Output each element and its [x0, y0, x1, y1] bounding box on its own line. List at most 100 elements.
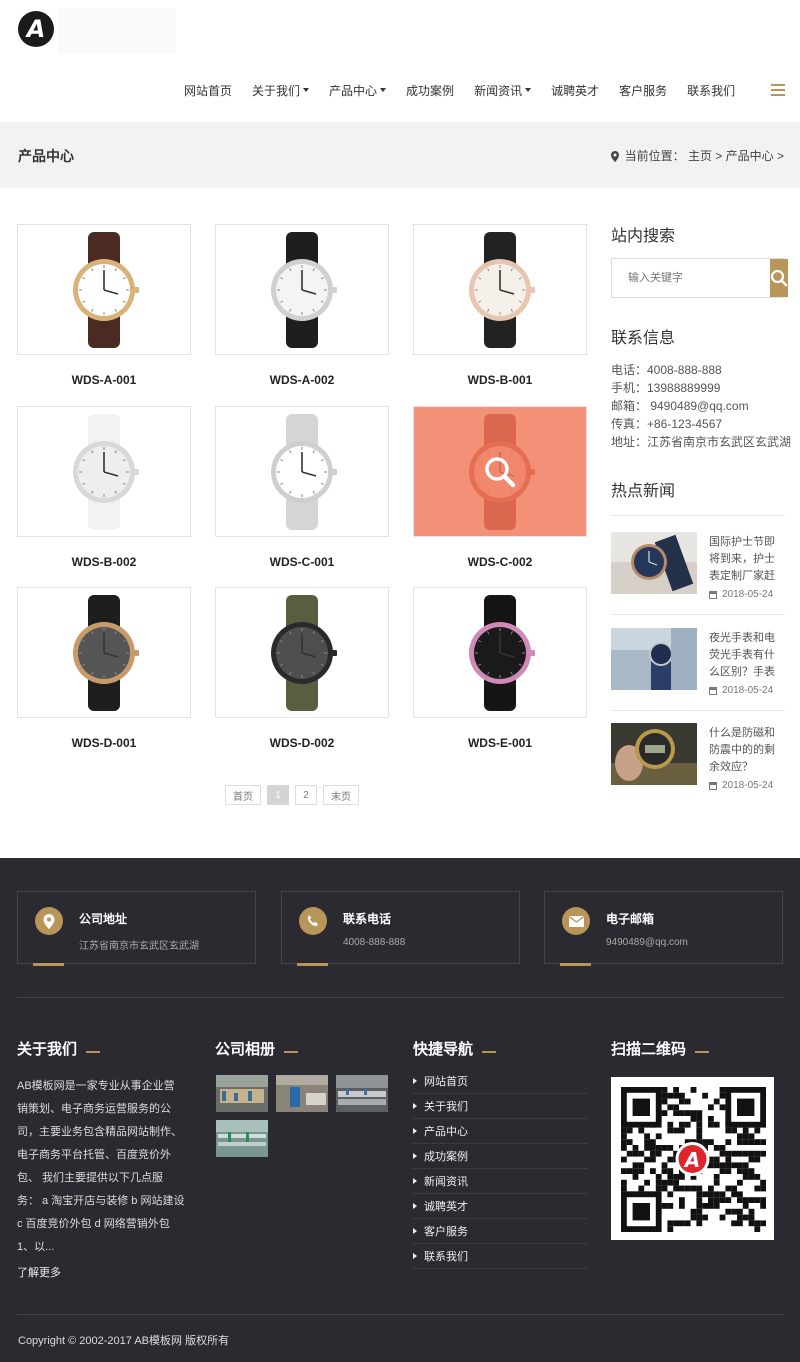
- quick-nav-item[interactable]: 客户服务: [413, 1219, 587, 1244]
- product-name[interactable]: WDS-C-001: [215, 555, 389, 569]
- footer-heading-text: 快捷导航: [413, 1041, 474, 1058]
- watch-image: [469, 594, 535, 711]
- product-name[interactable]: WDS-B-001: [413, 373, 587, 387]
- location-icon: [35, 907, 63, 935]
- hamburger-menu-icon[interactable]: [771, 84, 785, 96]
- search-heading: 站内搜索: [611, 226, 676, 245]
- pager-first[interactable]: 首页: [225, 785, 261, 805]
- product-card[interactable]: WDS-D-002: [215, 587, 389, 750]
- album-photo[interactable]: [336, 1075, 388, 1112]
- caret-right-icon: [413, 1228, 417, 1234]
- info-title: 公司地址: [79, 912, 128, 926]
- news-thumbnail: [611, 723, 697, 785]
- quick-nav-item[interactable]: 关于我们: [413, 1094, 587, 1119]
- quick-nav-label: 联系我们: [424, 1251, 468, 1263]
- footer-about: 关于我们 AB模板网是一家专业从事企业营销策划、电子商务运营服务的公司，主要业务…: [17, 1038, 197, 1298]
- quick-nav-label: 诚聘英才: [424, 1201, 468, 1213]
- logo[interactable]: A: [18, 11, 54, 47]
- nav-label: 联系我们: [687, 83, 736, 98]
- caret-right-icon: [413, 1103, 417, 1109]
- search-box: [611, 258, 788, 298]
- contact-email: 邮箱： 9490489@qq.com: [611, 399, 749, 413]
- quick-nav-label: 关于我们: [424, 1101, 468, 1113]
- product-image[interactable]: [17, 224, 191, 355]
- info-box-email: 电子邮箱 9490489@qq.com: [544, 891, 783, 966]
- quick-nav-label: 客户服务: [424, 1226, 468, 1238]
- quick-nav-item[interactable]: 新闻资讯: [413, 1169, 587, 1194]
- quick-nav-item[interactable]: 网站首页: [413, 1069, 587, 1094]
- product-name[interactable]: WDS-A-001: [17, 373, 191, 387]
- news-item[interactable]: 夜光手表和电荧光手表有什么区别？手表 2018-05-24: [611, 628, 785, 714]
- product-image[interactable]: [215, 406, 389, 537]
- product-image[interactable]: [413, 406, 587, 537]
- site-header: A 网站首页 关于我们 产品中心 成功案例 新闻资讯 诚聘英才 客户服务 联系我…: [0, 0, 800, 122]
- news-item[interactable]: 国际护士节即将到来，护士表定制厂家赶 2018-05-24: [611, 532, 785, 618]
- pager-page-1[interactable]: 1: [267, 785, 289, 805]
- product-card[interactable]: WDS-D-001: [17, 587, 191, 750]
- product-image[interactable]: [215, 224, 389, 355]
- album-photo[interactable]: [276, 1075, 328, 1112]
- product-image[interactable]: [17, 406, 191, 537]
- breadcrumb-text[interactable]: 当前位置： 主页 > 产品中心 >: [625, 147, 784, 164]
- quick-nav-item[interactable]: 产品中心: [413, 1119, 587, 1144]
- product-card[interactable]: WDS-E-001: [413, 587, 587, 750]
- watch-image: [271, 413, 337, 530]
- info-title: 电子邮箱: [606, 912, 655, 926]
- product-image[interactable]: [413, 224, 587, 355]
- product-card[interactable]: WDS-C-001: [215, 406, 389, 569]
- product-card[interactable]: WDS-C-002: [413, 406, 587, 569]
- breadcrumb: 当前位置： 主页 > 产品中心 >: [610, 147, 784, 164]
- product-name[interactable]: WDS-E-001: [413, 736, 587, 750]
- footer-qr: 扫描二维码 A: [611, 1038, 785, 1248]
- info-title: 联系电话: [343, 912, 392, 926]
- logo-text-area: [58, 8, 176, 54]
- nav-item-about[interactable]: 关于我们: [252, 82, 310, 99]
- nav-item-service[interactable]: 客户服务: [619, 82, 667, 99]
- nav-item-contact[interactable]: 联系我们: [687, 82, 735, 99]
- nav-item-cases[interactable]: 成功案例: [406, 82, 454, 99]
- news-date: 2018-05-24: [709, 589, 773, 600]
- pager-last[interactable]: 末页: [323, 785, 359, 805]
- product-image[interactable]: [215, 587, 389, 718]
- search-input[interactable]: [612, 259, 770, 297]
- product-name[interactable]: WDS-D-001: [17, 736, 191, 750]
- news-title: 国际护士节即将到来，护士表定制厂家赶: [709, 536, 775, 582]
- logo-letter: A: [26, 15, 46, 43]
- quick-nav-item[interactable]: 成功案例: [413, 1144, 587, 1169]
- album-photo[interactable]: [216, 1120, 268, 1157]
- learn-more-link[interactable]: 了解更多: [17, 1264, 61, 1280]
- nav-item-news[interactable]: 新闻资讯: [474, 82, 532, 99]
- nav-item-jobs[interactable]: 诚聘英才: [551, 82, 599, 99]
- product-image[interactable]: [17, 587, 191, 718]
- pager-page-2[interactable]: 2: [295, 785, 317, 805]
- contact-mobile: 手机：13988889999: [611, 381, 721, 395]
- quick-nav-list: 网站首页 关于我们 产品中心 成功案例 新闻资讯 诚聘英才 客户服务 联系我们: [413, 1069, 587, 1269]
- svg-text:A: A: [683, 1148, 700, 1172]
- news-thumbnail: [611, 628, 697, 690]
- nav-item-products[interactable]: 产品中心: [329, 82, 387, 99]
- product-card[interactable]: WDS-B-001: [413, 224, 587, 387]
- product-name[interactable]: WDS-B-002: [17, 555, 191, 569]
- product-card[interactable]: WDS-B-002: [17, 406, 191, 569]
- quick-nav-item[interactable]: 联系我们: [413, 1244, 587, 1269]
- product-image[interactable]: [413, 587, 587, 718]
- info-box-phone: 联系电话 4008-888-888: [281, 891, 520, 966]
- heading-dash: [284, 1050, 299, 1053]
- news-heading: 热点新闻: [611, 481, 676, 500]
- page-banner: 产品中心 当前位置： 主页 > 产品中心 >: [0, 122, 800, 188]
- product-name[interactable]: WDS-A-002: [215, 373, 389, 387]
- product-name[interactable]: WDS-C-002: [413, 555, 587, 569]
- nav-label: 产品中心: [329, 83, 378, 98]
- search-button[interactable]: [770, 259, 788, 297]
- album-photo[interactable]: [216, 1075, 268, 1112]
- product-name[interactable]: WDS-D-002: [215, 736, 389, 750]
- quick-nav-item[interactable]: 诚聘英才: [413, 1194, 587, 1219]
- product-card[interactable]: WDS-A-001: [17, 224, 191, 387]
- product-card[interactable]: WDS-A-002: [215, 224, 389, 387]
- news-date-text: 2018-05-24: [722, 589, 774, 600]
- news-item[interactable]: 什么是防磁和防震中的的剩余效应？ 2018-05-24: [611, 723, 785, 809]
- zoom-overlay[interactable]: [414, 407, 586, 536]
- nav-item-home[interactable]: 网站首页: [184, 82, 232, 99]
- info-text: 江苏省南京市玄武区玄武湖: [79, 941, 199, 952]
- watch-image: [271, 594, 337, 711]
